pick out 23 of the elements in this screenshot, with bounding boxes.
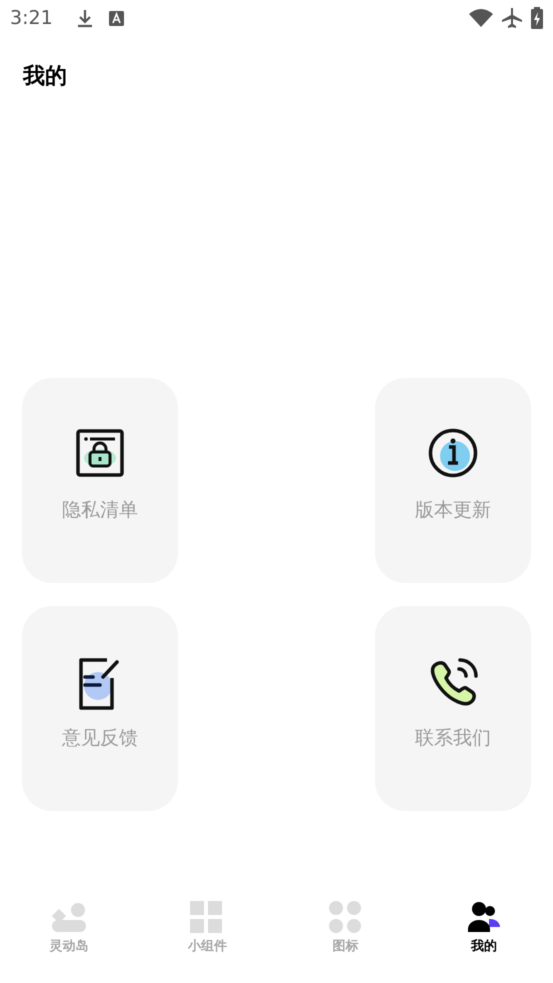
battery-icon	[531, 7, 543, 29]
grid-icon	[190, 901, 224, 935]
nav-tab[interactable]: 图标	[276, 891, 415, 983]
card-label: 意见反馈	[62, 726, 138, 752]
users-icon	[466, 901, 501, 935]
card-label: 联系我们	[415, 726, 491, 752]
download-icon	[76, 8, 93, 28]
nav-tab[interactable]: 小组件	[138, 891, 276, 983]
menu-card[interactable]: 隐私清单	[22, 378, 178, 584]
menu-card[interactable]: 意见反馈	[22, 606, 178, 812]
dots-icon	[328, 901, 363, 935]
status-time: 3:21	[10, 6, 53, 31]
page-title: 我的	[23, 64, 68, 90]
card-label: 版本更新	[415, 498, 491, 524]
airplane-icon	[501, 7, 523, 29]
keyboard-icon	[108, 10, 124, 26]
card-label: 隐私清单	[62, 498, 138, 524]
island-icon	[52, 901, 86, 935]
menu-card[interactable]: 联系我们	[375, 606, 531, 812]
nav-tab[interactable]: 我的	[414, 891, 553, 983]
menu-card[interactable]: 版本更新	[375, 378, 531, 584]
nav-tab[interactable]: 灵动岛	[0, 891, 138, 983]
wifi-icon	[469, 8, 493, 28]
